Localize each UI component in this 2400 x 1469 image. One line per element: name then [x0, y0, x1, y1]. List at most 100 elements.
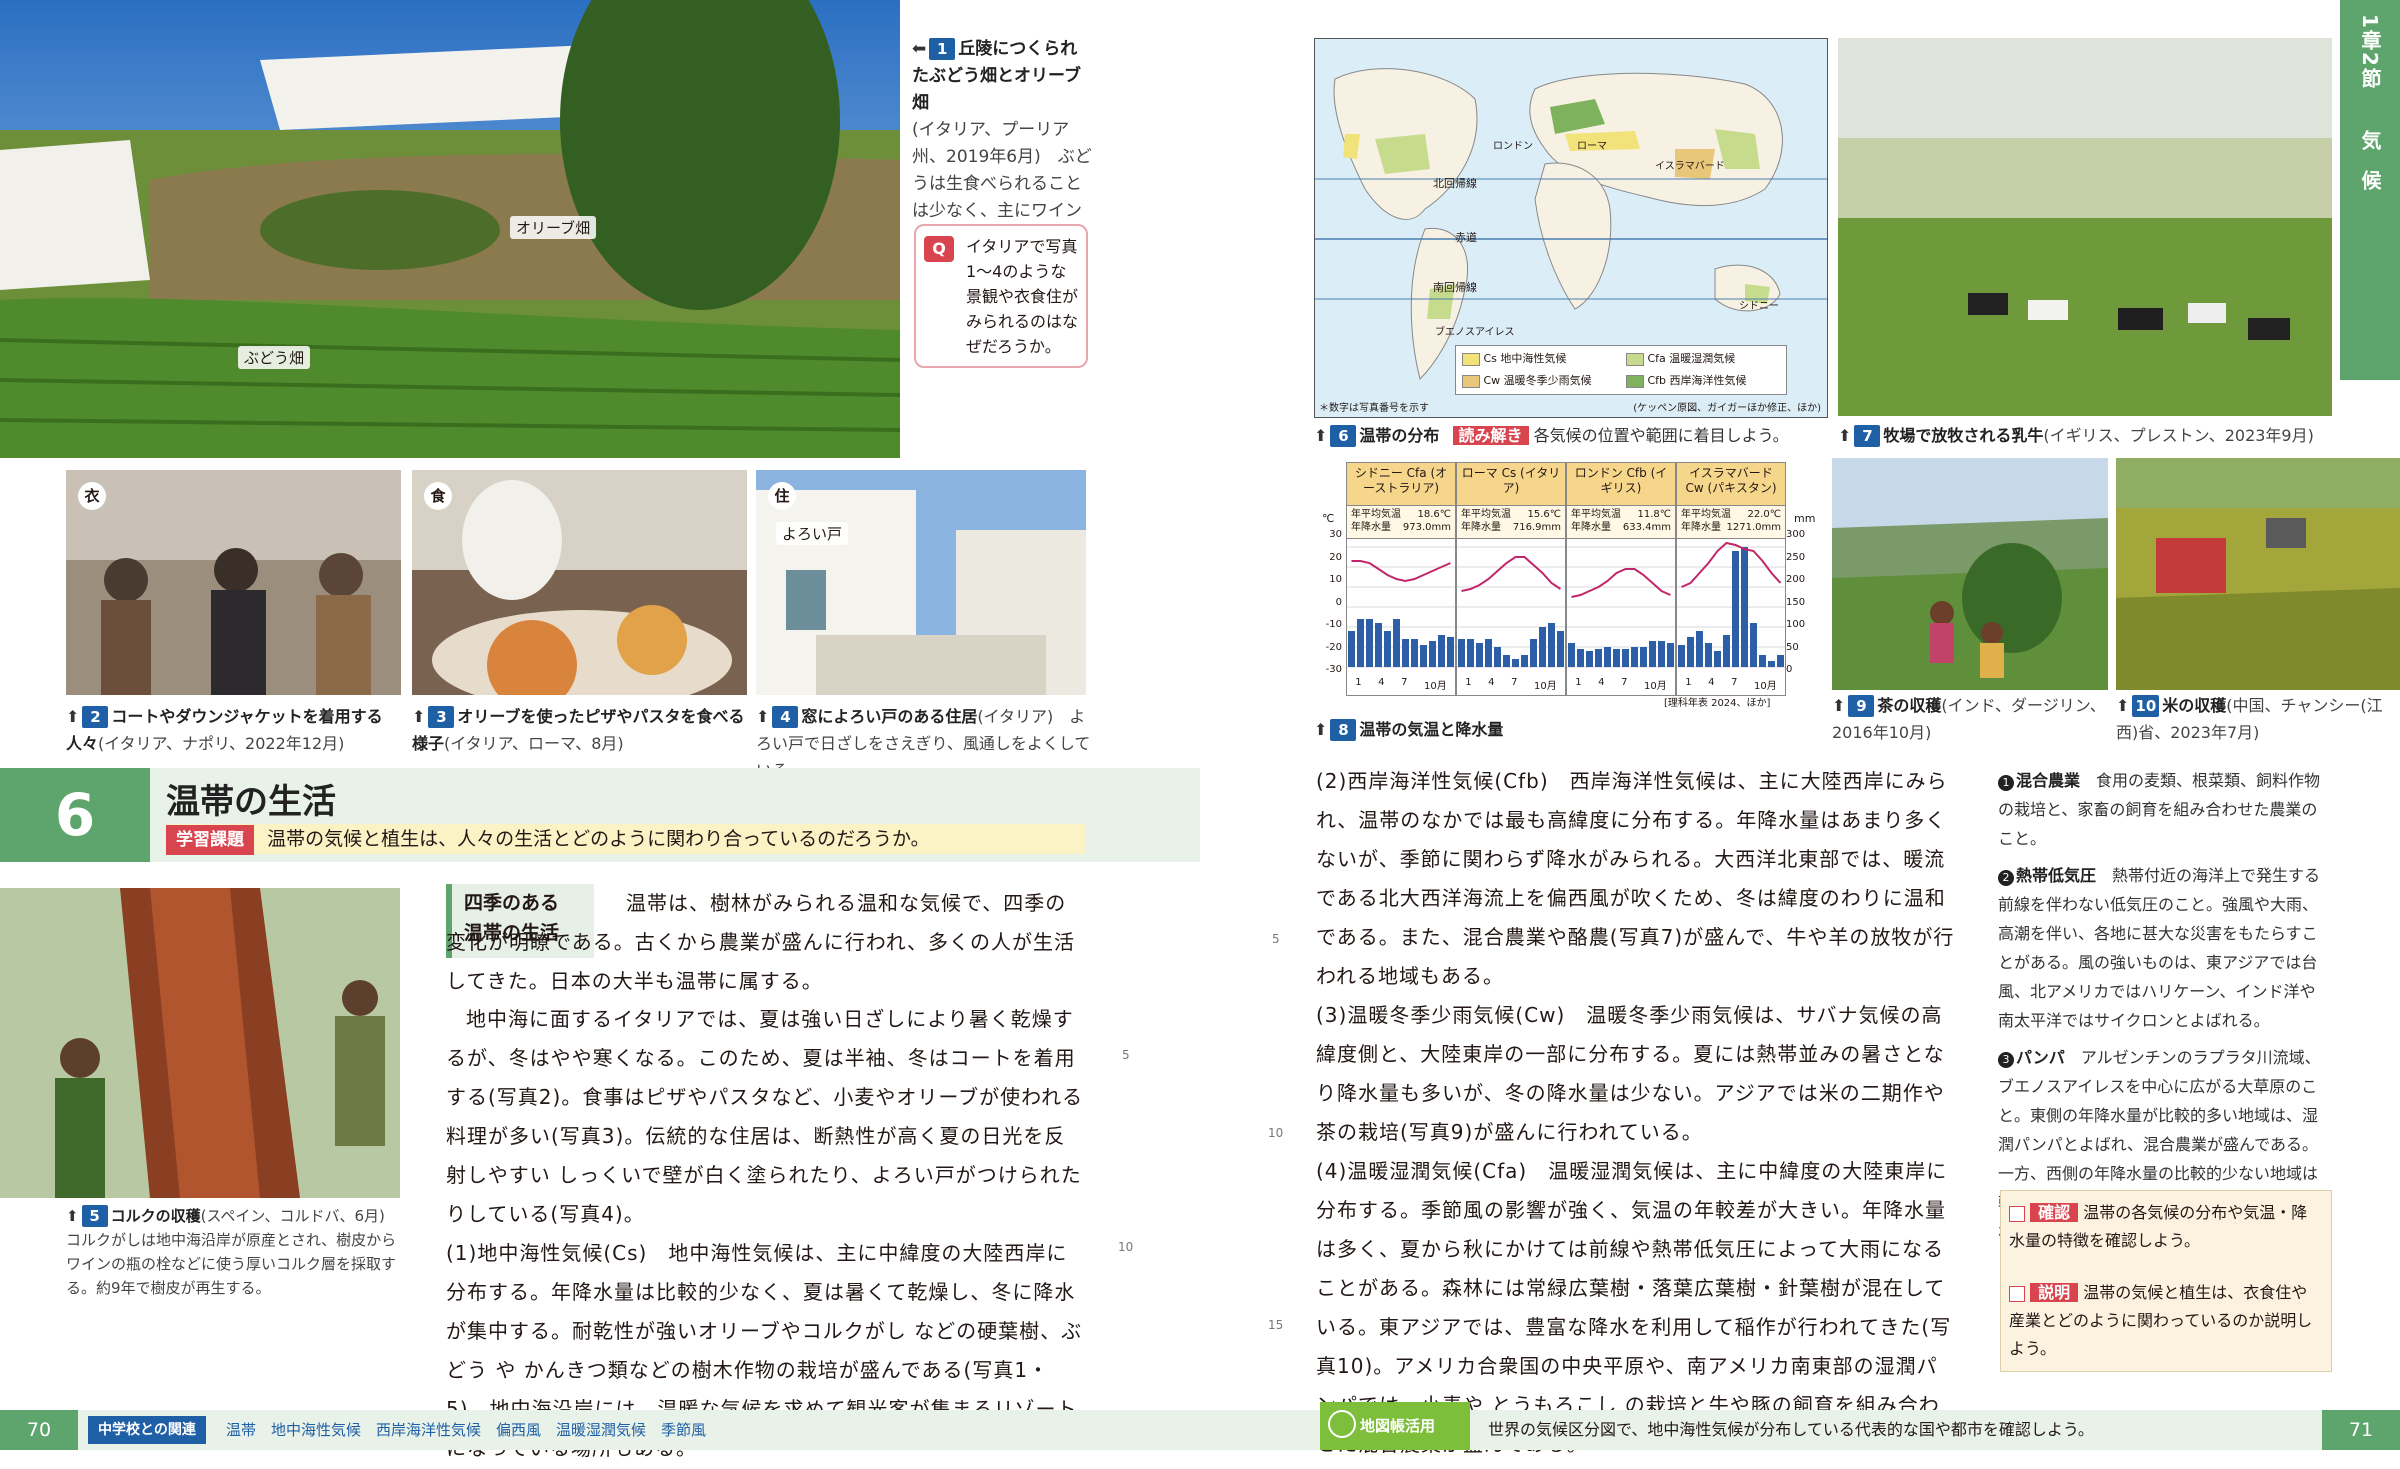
precipitation-bar — [1658, 641, 1665, 667]
temp-label: 年平均気温 — [1571, 509, 1621, 520]
checkbox-icon — [2009, 1285, 2025, 1302]
page-number-right: 71 — [2322, 1410, 2400, 1450]
precipitation-bar — [1568, 643, 1575, 667]
caption-map: ⬆ 6 温帯の分布 読み解き 各気候の位置や範囲に着目しよう。 — [1314, 425, 1789, 447]
learning-task-text: 温帯の気候と植生は、人々の生活とどのように関わり合っているのだろうか。 — [267, 828, 930, 850]
precipitation-bar — [1411, 639, 1418, 667]
month-tick: 4 — [1598, 677, 1605, 688]
prec-label: 年降水量 — [1351, 522, 1391, 533]
month-tick: 1 — [1685, 677, 1692, 688]
note-marker: 2 — [1998, 870, 2014, 886]
precipitation-bar — [1485, 639, 1492, 667]
month-axis: 1 4 7 10月 — [1567, 677, 1675, 692]
temp-value: 18.6℃ — [1417, 509, 1452, 520]
note-tropical-cyclone: 2 熱帯低気圧 熱帯付近の海洋上で発生する前線を伴わない低気圧のこと。強風や大雨、… — [1998, 861, 2330, 1035]
check-explain-box: 確認 温帯の各気候の分布や気温・降水量の特徴を確認しよう。 説明 温帯の気候と植… — [2000, 1190, 2332, 1372]
month-tick: 10月 — [1753, 681, 1777, 692]
precipitation-bar — [1768, 661, 1775, 667]
temp-value: 22.0℃ — [1747, 509, 1782, 520]
precipitation-bar — [1521, 655, 1528, 667]
photo-number-badge: 5 — [81, 1205, 108, 1227]
month-tick: 1 — [1575, 677, 1582, 688]
precipitation-bar — [1714, 651, 1721, 667]
line-number: 10 — [1118, 1240, 1134, 1254]
climate-card-info: 年平均気温 18.6℃ 年降水量 973.0mm — [1347, 506, 1455, 539]
photo-number-badge: 4 — [772, 706, 799, 728]
atlas-tag: 地図帳活用 — [1360, 1417, 1436, 1435]
month-tick: 7 — [1621, 677, 1628, 688]
question-label: Q — [924, 236, 954, 262]
precipitation-bar — [1458, 639, 1465, 667]
caption-rice-title: 米の収穫 — [2162, 696, 2227, 715]
precipitation-bar — [1494, 647, 1501, 667]
photo-number-badge: 2 — [82, 706, 109, 728]
line-number: 15 — [1268, 1318, 1284, 1332]
precipitation-bar — [1357, 619, 1364, 667]
related-tag: 中学校との関連 — [88, 1416, 206, 1444]
note-term: 熱帯低気圧 — [2016, 866, 2097, 885]
caption-food-sub: (イタリア、ローマ、8月) — [444, 734, 624, 753]
photo-clothing: 衣 — [66, 470, 401, 695]
prec-value: 633.4mm — [1622, 522, 1671, 533]
temperature-line — [1461, 556, 1562, 592]
caption-map-title: 温帯の分布 — [1359, 426, 1440, 445]
chart-left-axis: 30 20 10 0 -10 -20 -30 — [1316, 524, 1342, 682]
map-label: ブエノスアイレス — [1435, 327, 1515, 338]
precipitation-bar — [1649, 641, 1656, 667]
precipitation-bar — [1447, 637, 1454, 667]
photo-number-badge: 1 — [929, 38, 956, 60]
question-box: Q イタリアで写真1〜4のような景観や衣食住がみられるのはなぜだろうか。 — [914, 224, 1088, 368]
precipitation-bar — [1366, 619, 1373, 667]
caption-cows-title: 牧場で放牧される乳牛 — [1883, 426, 2044, 445]
vineyard-label: ぶどう畑 — [238, 346, 311, 369]
temp-value: 15.6℃ — [1527, 509, 1562, 520]
map-label: ローマ — [1577, 141, 1607, 152]
caption-tea: ⬆ 9 茶の収穫(インド、ダージリン、2016年10月) — [1832, 695, 2106, 742]
legend-cfa: Cfa 温暖湿潤気候 — [1647, 352, 1736, 365]
precipitation-bar — [1622, 649, 1629, 667]
chart-source: [理科年表 2024、ほか] — [1664, 698, 1771, 709]
prec-value: 973.0mm — [1402, 522, 1451, 533]
legend-swatch — [1462, 352, 1480, 366]
photo-food: 食 — [412, 470, 747, 695]
precipitation-bar — [1750, 623, 1757, 667]
check-block: 確認 温帯の各気候の分布や気温・降水量の特徴を確認しよう。 — [2009, 1199, 2323, 1255]
photo-dairy-cows — [1838, 38, 2332, 416]
globe-icon — [1328, 1410, 1356, 1438]
temp-label: 年平均気温 — [1681, 509, 1731, 520]
precipitation-bar — [1530, 639, 1537, 667]
caption-cows-sub: (イギリス、プレストン、2023年9月) — [2043, 426, 2314, 445]
precipitation-bar — [1438, 635, 1445, 667]
left-body-text: 温帯は、樹林がみられる温和な気候で、四季の変化が明瞭である。古くから農業が盛んに… — [446, 884, 1086, 1001]
caption-food: ⬆ 3 オリーブを使ったピザやパスタを食べる様子(イタリア、ローマ、8月) — [412, 706, 745, 753]
right-tick: 0 — [1786, 664, 1793, 675]
temperature-line — [1571, 568, 1671, 598]
right-tick: 300 — [1786, 529, 1806, 540]
precipitation-bar — [1667, 643, 1674, 667]
month-tick: 10月 — [1643, 681, 1667, 692]
climate-card-title: イスラマバード Cw (パキスタン) — [1677, 463, 1785, 506]
photo-clothing-image — [66, 470, 401, 695]
month-axis: 1 4 7 10月 — [1677, 677, 1785, 692]
photo-number-badge: 8 — [1330, 719, 1357, 741]
chapter-label: 1章2節 — [2358, 14, 2382, 90]
housing-tag: 住 — [768, 482, 796, 510]
climate-card-title: シドニー Cfa (オーストラリア) — [1347, 463, 1455, 506]
temperature-line — [1351, 560, 1451, 583]
left-paragraph-2: 地中海に面するイタリアでは、夏は強い日ざしにより暑く乾燥するが、冬はやや寒くなる… — [446, 1007, 1084, 1226]
map-label: 赤道 — [1455, 231, 1477, 244]
left-tick: 10 — [1329, 574, 1342, 585]
month-tick: 10月 — [1423, 681, 1447, 692]
precipitation-bar — [1777, 655, 1784, 667]
month-tick: 1 — [1465, 677, 1472, 688]
explain-block: 説明 温帯の気候と植生は、衣食住や産業とどのように関わっているのか説明しよう。 — [2009, 1279, 2323, 1363]
prec-label: 年降水量 — [1681, 522, 1721, 533]
checkbox-icon — [2009, 1205, 2025, 1222]
section-title: 温帯の生活 — [166, 782, 336, 822]
note-term: パンパ — [2016, 1048, 2065, 1067]
temperature-line — [1681, 541, 1782, 588]
legend-swatch — [1626, 374, 1644, 388]
precipitation-bar — [1613, 649, 1620, 667]
month-tick: 7 — [1401, 677, 1408, 688]
left-tick: -20 — [1325, 641, 1342, 653]
